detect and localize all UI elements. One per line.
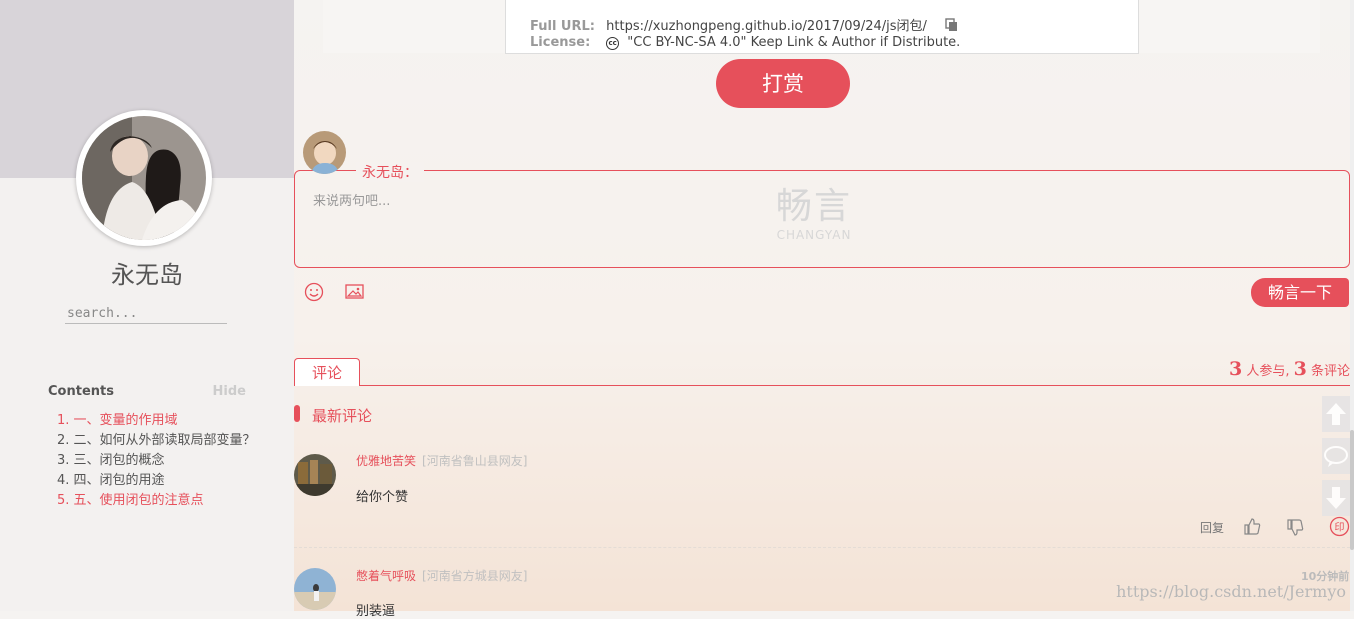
toc-item[interactable]: 5. 五、使用闭包的注意点 bbox=[57, 491, 256, 511]
blog-watermark: https://blog.csdn.net/Jermyo bbox=[1116, 582, 1346, 601]
creative-commons-icon: cc bbox=[606, 37, 620, 50]
toc-list: 1. 一、变量的作用域 2. 二、如何从外部读取局部变量？ 3. 三、闭包的概念 4.… bbox=[57, 411, 256, 511]
reply-button[interactable]: 回复 bbox=[1200, 519, 1224, 536]
participant-count: 3 bbox=[1228, 358, 1243, 380]
changyan-watermark: 畅言 CHANGYAN bbox=[776, 186, 852, 242]
latest-title-marker bbox=[294, 405, 300, 422]
compose-username: 永无岛： bbox=[356, 162, 424, 182]
comment-text: 别装逼 bbox=[356, 604, 396, 619]
arrow-down-icon bbox=[1326, 487, 1346, 509]
emoji-icon[interactable] bbox=[304, 282, 324, 306]
submit-comment-button[interactable]: 畅言一下 bbox=[1251, 278, 1349, 307]
comment-location: [河南省方城县网友] bbox=[422, 569, 528, 583]
author-avatar-image bbox=[82, 116, 206, 240]
changyan-watermark-cn: 畅言 bbox=[776, 186, 853, 227]
latest-comments-title: 最新评论 bbox=[312, 407, 373, 425]
scroll-bottom-button[interactable] bbox=[1322, 480, 1350, 516]
comment-count: 3 bbox=[1293, 358, 1307, 380]
svg-text:印: 印 bbox=[1335, 522, 1345, 534]
comment-username[interactable]: 优雅地苦笑 [河南省鲁山县网友] bbox=[356, 452, 527, 469]
participant-label: 人参与, bbox=[1246, 364, 1290, 379]
comment-input[interactable] bbox=[311, 190, 815, 212]
comment-jump-button[interactable] bbox=[1322, 438, 1350, 474]
share-seal-icon[interactable]: 印 bbox=[1329, 516, 1350, 541]
arrow-up-icon bbox=[1326, 403, 1346, 425]
toc-hide-button[interactable]: Hide bbox=[213, 384, 246, 399]
license-row: License: cc "CC BY-NC-SA 4.0" Keep Link … bbox=[530, 35, 960, 50]
image-upload-icon[interactable] bbox=[345, 283, 365, 305]
reward-button[interactable]: 打赏 bbox=[716, 59, 850, 108]
comment-count-label: 条评论 bbox=[1310, 364, 1350, 379]
comment-text: 给你个赞 bbox=[356, 490, 409, 505]
full-url-key: Full URL: bbox=[530, 19, 595, 34]
site-name: 永无岛 bbox=[111, 261, 183, 289]
toc-title: Contents bbox=[48, 384, 114, 399]
comment-divider bbox=[294, 547, 1350, 548]
full-url-link[interactable]: https://xuzhongpeng.github.io/2017/09/24… bbox=[606, 19, 927, 34]
scroll-top-button[interactable] bbox=[1322, 396, 1350, 432]
comment-avatar[interactable] bbox=[294, 568, 336, 610]
sidebar: 永无岛 Contents Hide 1. 一、变量的作用域2. 二、如何从外部读… bbox=[0, 0, 294, 611]
scrollbar-thumb[interactable] bbox=[1350, 430, 1354, 550]
changyan-watermark-en: CHANGYAN bbox=[776, 228, 852, 242]
thumbs-down-icon[interactable] bbox=[1287, 519, 1304, 540]
thumbs-up-icon[interactable] bbox=[1244, 518, 1261, 539]
comment-stats: 3 人参与, 3 条评论 bbox=[1229, 358, 1350, 380]
author-avatar[interactable] bbox=[76, 110, 212, 246]
tab-comments[interactable]: 评论 bbox=[294, 358, 360, 386]
search-input[interactable] bbox=[65, 303, 227, 324]
comment-bubble-icon bbox=[1324, 446, 1348, 467]
comment-username-text[interactable]: 憋着气呼吸 bbox=[356, 569, 416, 583]
comment-username-text[interactable]: 优雅地苦笑 bbox=[356, 454, 416, 468]
toc-item[interactable]: 3. 三、闭包的概念 bbox=[57, 451, 256, 471]
current-user-avatar[interactable] bbox=[303, 131, 346, 174]
comment-username[interactable]: 憋着气呼吸 [河南省方城县网友] bbox=[356, 567, 527, 584]
license-value: "CC BY-NC-SA 4.0" Keep Link & Author if … bbox=[627, 35, 961, 50]
comment-avatar[interactable] bbox=[294, 454, 336, 496]
full-url-row: Full URL: https://xuzhongpeng.github.io/… bbox=[530, 15, 958, 35]
license-key: License: bbox=[530, 35, 591, 50]
toc-item[interactable]: 1. 一、变量的作用域 bbox=[57, 411, 256, 431]
comments-tab-line bbox=[294, 385, 1350, 386]
toc-item[interactable]: 2. 二、如何从外部读取局部变量？ bbox=[57, 431, 256, 451]
copy-icon[interactable] bbox=[945, 18, 958, 35]
post-meta-box: Full URL: https://xuzhongpeng.github.io/… bbox=[505, 0, 1139, 54]
toc-header: Contents Hide bbox=[48, 384, 248, 399]
comment-location: [河南省鲁山县网友] bbox=[422, 454, 528, 468]
toc-item[interactable]: 4. 四、闭包的用途 bbox=[57, 471, 256, 491]
